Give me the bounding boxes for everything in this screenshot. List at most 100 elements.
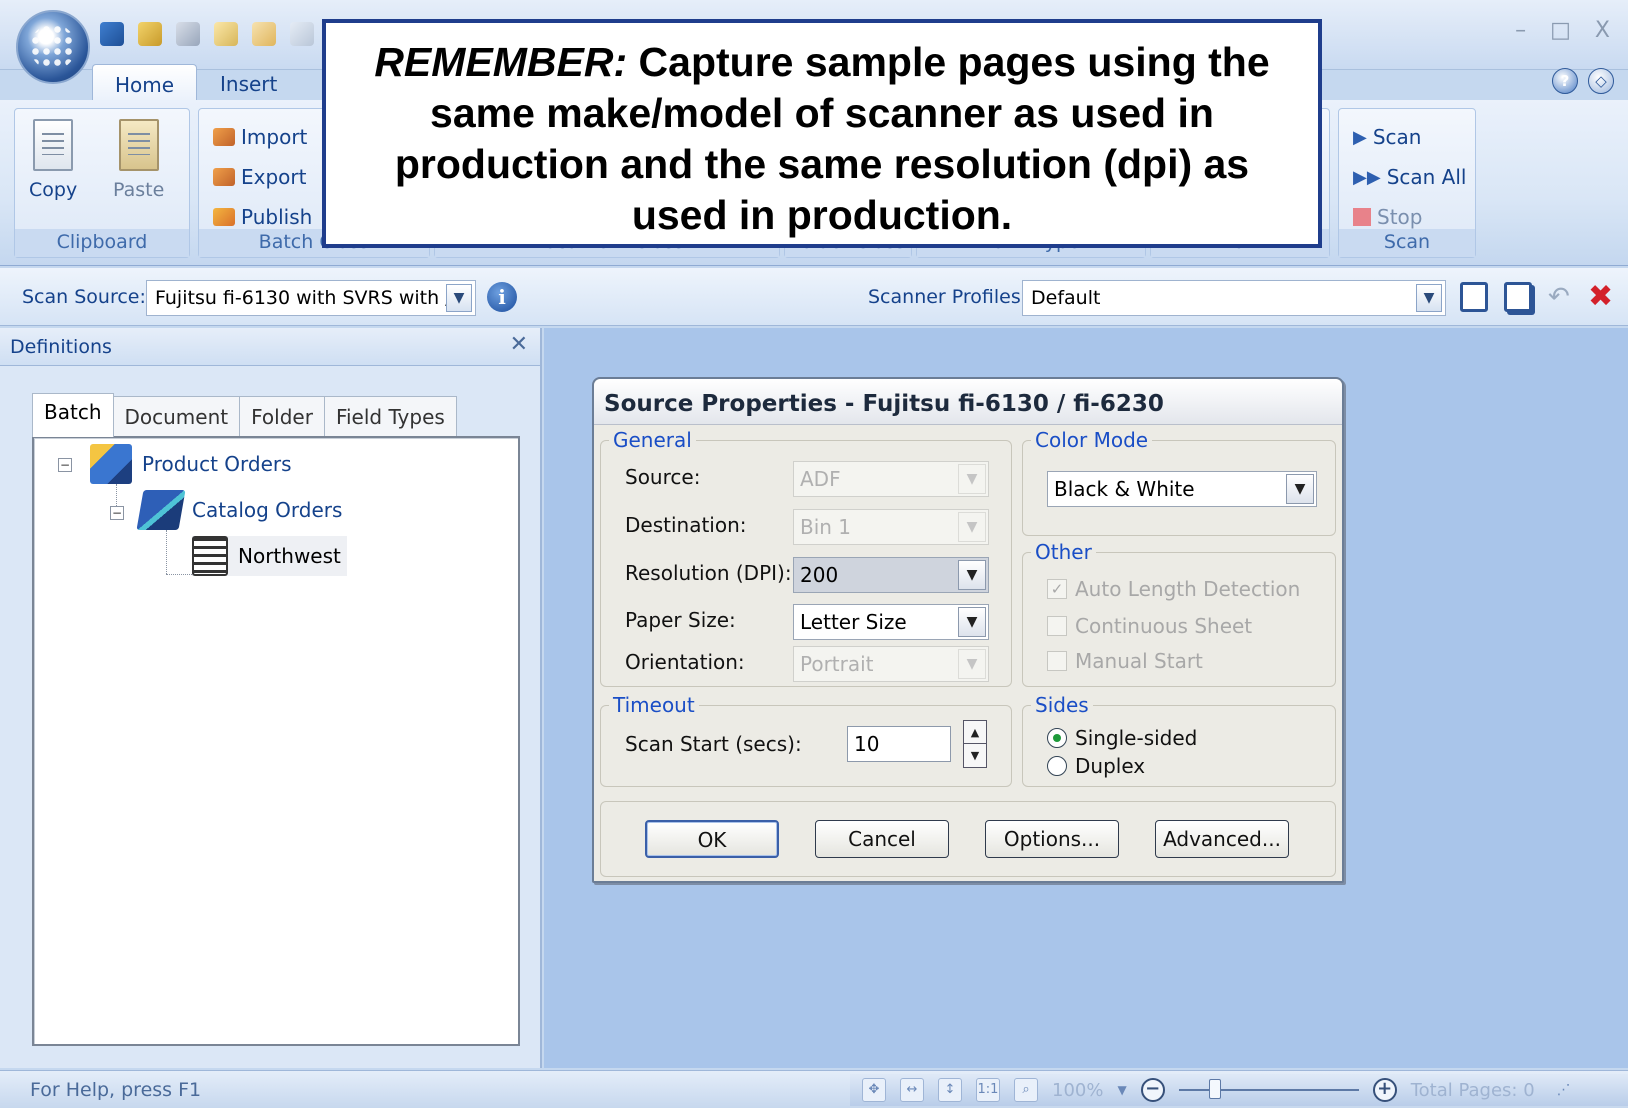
import-button[interactable]: Import bbox=[213, 125, 307, 149]
status-bar: For Help, press F1 ✥ ↔ ↕ 1:1 ⌕ 100% ▼ − … bbox=[0, 1070, 1628, 1108]
chevron-down-icon: ▼ bbox=[958, 464, 986, 494]
close-button[interactable]: X bbox=[1595, 18, 1610, 43]
undo-profile-icon[interactable]: ↶ bbox=[1548, 282, 1576, 312]
save-profile-icon[interactable] bbox=[1460, 282, 1488, 312]
resize-grip-icon[interactable]: ⋰ bbox=[1557, 1082, 1571, 1098]
fit-width-icon[interactable]: ↔ bbox=[900, 1078, 924, 1102]
maximize-button[interactable]: □ bbox=[1550, 18, 1571, 43]
scan-button[interactable]: ▶ Scan bbox=[1353, 125, 1421, 149]
zoom-slider[interactable] bbox=[1178, 1079, 1359, 1099]
single-sided-radio[interactable]: Single-sided bbox=[1047, 726, 1197, 750]
tree-node-catalog-orders[interactable]: Catalog Orders bbox=[136, 490, 342, 530]
tree-node-product-orders[interactable]: Product Orders bbox=[90, 444, 292, 484]
spin-up-icon[interactable]: ▲ bbox=[964, 721, 986, 744]
qat-save-icon[interactable] bbox=[176, 22, 200, 46]
play-icon: ▶ bbox=[1353, 126, 1367, 148]
fit-page-icon[interactable]: ✥ bbox=[862, 1078, 886, 1102]
qat-open-icon[interactable] bbox=[138, 22, 162, 46]
scan-all-label: Scan All bbox=[1386, 165, 1467, 189]
qat-search-icon[interactable] bbox=[290, 22, 314, 46]
zoom-slider-thumb[interactable] bbox=[1208, 1079, 1221, 1099]
source-label: Source: bbox=[625, 465, 701, 489]
application-menu-orb[interactable] bbox=[16, 10, 90, 84]
single-sided-label: Single-sided bbox=[1075, 726, 1198, 750]
delete-profile-icon[interactable]: ✖ bbox=[1588, 282, 1616, 312]
minimize-button[interactable]: – bbox=[1515, 18, 1526, 43]
zoom-tool-icon[interactable]: ⌕ bbox=[1014, 1078, 1038, 1102]
tree-node-label: Product Orders bbox=[142, 452, 292, 476]
export-icon bbox=[213, 168, 235, 186]
paste-button[interactable]: Paste bbox=[113, 119, 164, 201]
tab-folder[interactable]: Folder bbox=[239, 396, 325, 437]
scan-source-select[interactable]: Fujitsu fi-6130 with SVRS with / ▼ bbox=[146, 280, 476, 316]
scan-group: ▶ Scan ▶▶ Scan All Stop Scan bbox=[1338, 108, 1476, 258]
orientation-value: Portrait bbox=[800, 652, 874, 676]
duplex-label: Duplex bbox=[1075, 754, 1146, 778]
zoom-out-icon[interactable]: − bbox=[1140, 1078, 1165, 1102]
chevron-down-icon[interactable]: ▼ bbox=[446, 284, 472, 312]
scan-start-label: Scan Start (secs): bbox=[625, 732, 802, 756]
import-label: Import bbox=[241, 125, 308, 149]
tree-node-label: Northwest bbox=[238, 544, 341, 568]
info-icon[interactable]: i bbox=[487, 282, 517, 312]
scanner-profiles-select[interactable]: Default ▼ bbox=[1022, 280, 1446, 316]
chevron-down-icon[interactable]: ▼ bbox=[1286, 474, 1314, 504]
spin-down-icon[interactable]: ▼ bbox=[964, 744, 986, 767]
chevron-down-icon[interactable]: ▼ bbox=[1117, 1083, 1126, 1097]
resolution-value: 200 bbox=[800, 563, 839, 587]
collapse-toggle[interactable]: − bbox=[58, 458, 72, 472]
export-button[interactable]: Export bbox=[213, 165, 306, 189]
color-mode-legend: Color Mode bbox=[1031, 428, 1153, 452]
options-icon[interactable]: ◇ bbox=[1588, 68, 1614, 94]
tab-batch[interactable]: Batch bbox=[32, 393, 114, 437]
collapse-toggle[interactable]: − bbox=[110, 506, 124, 520]
scan-all-button[interactable]: ▶▶ Scan All bbox=[1353, 165, 1466, 189]
scan-label: Scan bbox=[1372, 125, 1422, 149]
document-class-icon bbox=[136, 490, 186, 530]
save-as-profile-icon[interactable] bbox=[1504, 282, 1532, 312]
tree-node-northwest[interactable]: Northwest bbox=[192, 536, 347, 576]
tab-field-types[interactable]: Field Types bbox=[323, 396, 457, 437]
chevron-down-icon[interactable]: ▼ bbox=[958, 560, 986, 590]
close-panel-icon[interactable]: ✕ bbox=[510, 332, 528, 357]
tab-document[interactable]: Document bbox=[112, 396, 241, 437]
timeout-group: Timeout Scan Start (secs): 10 ▲ ▼ bbox=[600, 693, 1012, 787]
chevron-down-icon[interactable]: ▼ bbox=[1416, 284, 1442, 312]
color-mode-select[interactable]: Black & White ▼ bbox=[1047, 471, 1317, 507]
sides-legend: Sides bbox=[1031, 693, 1093, 717]
copy-button[interactable]: Copy bbox=[29, 119, 77, 201]
callout-lead: REMEMBER: bbox=[374, 39, 628, 85]
qat-hand-icon[interactable] bbox=[252, 22, 276, 46]
cancel-button[interactable]: Cancel bbox=[815, 820, 949, 858]
duplex-radio[interactable]: Duplex bbox=[1047, 754, 1145, 778]
paper-size-select[interactable]: Letter Size ▼ bbox=[793, 604, 989, 640]
fit-height-icon[interactable]: ↕ bbox=[938, 1078, 962, 1102]
tab-home[interactable]: Home bbox=[92, 64, 198, 102]
publish-icon bbox=[213, 208, 235, 226]
manual-start-checkbox: Manual Start bbox=[1047, 649, 1203, 673]
help-icon[interactable]: ? bbox=[1552, 68, 1578, 94]
window-controls: – □ X bbox=[1515, 18, 1610, 43]
tab-insert[interactable]: Insert bbox=[198, 64, 299, 102]
qat-mail-icon[interactable] bbox=[214, 22, 238, 46]
scan-start-spinner[interactable]: ▲ ▼ bbox=[963, 720, 987, 768]
dialog-title: Source Properties - Fujitsu fi-6130 / fi… bbox=[594, 379, 1342, 425]
paper-size-value: Letter Size bbox=[800, 610, 907, 634]
checkmark-icon: ✓ bbox=[1047, 579, 1067, 599]
chevron-down-icon[interactable]: ▼ bbox=[958, 607, 986, 637]
options-button[interactable]: Options... bbox=[985, 820, 1119, 858]
paste-label: Paste bbox=[113, 179, 165, 201]
definitions-panel: Definitions ✕ Batch Document Folder Fiel… bbox=[0, 328, 542, 1068]
auto-length-checkbox: ✓ Auto Length Detection bbox=[1047, 577, 1300, 601]
scan-start-input[interactable]: 10 bbox=[847, 726, 951, 762]
publish-button[interactable]: Publish bbox=[213, 205, 312, 229]
advanced-button[interactable]: Advanced... bbox=[1155, 820, 1289, 858]
resolution-select[interactable]: 200 ▼ bbox=[793, 557, 989, 593]
actual-size-icon[interactable]: 1:1 bbox=[976, 1078, 1000, 1102]
qat-new-icon[interactable] bbox=[100, 22, 124, 46]
checkbox-box bbox=[1047, 651, 1067, 671]
ok-button[interactable]: OK bbox=[645, 820, 779, 858]
zoom-in-icon[interactable]: + bbox=[1372, 1078, 1397, 1102]
destination-select: Bin 1 ▼ bbox=[793, 509, 989, 545]
stop-button[interactable]: Stop bbox=[1353, 205, 1422, 229]
